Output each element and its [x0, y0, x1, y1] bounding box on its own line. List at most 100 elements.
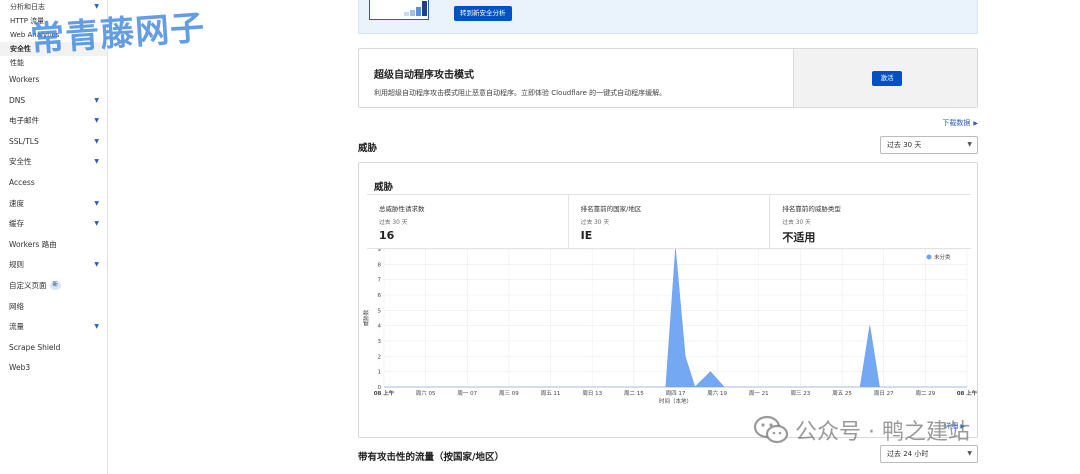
- sidebar-item-label: Scrape Shield: [9, 342, 61, 352]
- go-to-new-security-analytics-button[interactable]: 转到新安全分析: [454, 6, 512, 21]
- threats-section-title: 威胁: [358, 143, 378, 154]
- x-tick-label: 周五 11: [541, 390, 561, 397]
- traffic-section-title: 带有攻击性的流量（按国家/地区）: [358, 452, 504, 463]
- sidebar-item[interactable]: DNS ▼: [0, 91, 107, 112]
- chevron-down-icon: ▼: [94, 117, 99, 125]
- sidebar-item[interactable]: Web3: [0, 358, 107, 379]
- sidebar-nav: 分析和日志 ▼ HTTP 流量 Web Analytics 安全性 性能 Workers D…: [0, 0, 108, 474]
- x-tick-label: 周一 07: [457, 390, 477, 397]
- wechat-watermark: 公众号 · 鸭之建站: [753, 414, 970, 446]
- sidebar-item[interactable]: Workers 路由: [0, 235, 107, 256]
- y-axis-label: 威胁数: [362, 309, 370, 326]
- sidebar-item[interactable]: SSL/TLS ▼: [0, 132, 107, 153]
- threat-stats: 总威胁性请求数 过去 30 天 16 排名靠前的国家/地区 过去 30 天 IE…: [367, 194, 971, 249]
- watermark-text: 公众号 · 鸭之建站: [795, 420, 970, 445]
- sidebar-subitem-label: 性能: [10, 59, 24, 67]
- sbfm-description: 利用超级自动程序攻击模式阻止恶意自动程序。立即体验 Cloudflare 的一键…: [374, 89, 667, 97]
- y-tick-label: 1: [378, 370, 382, 376]
- stat-period: 过去 30 天: [580, 220, 610, 226]
- traffic-range-select[interactable]: 过去 24 小时 ▼: [880, 445, 978, 463]
- sidebar-subitem-label: 安全性: [10, 45, 31, 53]
- sidebar-item-label: Web3: [9, 363, 31, 373]
- sidebar-subitem-label: 分析和日志: [10, 3, 45, 11]
- sidebar-item-label: 自定义页面: [9, 280, 47, 290]
- sidebar-item-label: 流量: [9, 322, 24, 332]
- chevron-down-icon: ▼: [967, 450, 972, 457]
- x-tick-label: 08 上午: [957, 389, 978, 397]
- x-tick-label: 周四 17: [666, 390, 686, 397]
- sidebar-item-label: 速度: [9, 198, 24, 208]
- stat-value: 16: [379, 229, 395, 242]
- stat-label: 排名靠前的威胁类型: [782, 205, 841, 213]
- super-bot-fight-mode-card: 超级自动程序攻击模式 利用超级自动程序攻击模式阻止恶意自动程序。立即体验 Clo…: [358, 48, 978, 108]
- sidebar-item-label: 电子邮件: [9, 116, 39, 126]
- y-tick-label: 7: [378, 278, 382, 284]
- download-data-link[interactable]: 下载数据 ▶: [942, 118, 978, 128]
- stat-value: IE: [580, 229, 593, 242]
- legend-marker: [926, 254, 932, 260]
- y-tick-label: 5: [378, 308, 382, 314]
- chevron-down-icon: ▼: [94, 220, 99, 228]
- threats-card-title: 威胁: [374, 182, 394, 193]
- sidebar-item-label: Workers 路由: [9, 239, 57, 249]
- stat-period: 过去 30 天: [379, 220, 408, 226]
- stat-total-threats: 总威胁性请求数 过去 30 天 16: [367, 195, 568, 248]
- sidebar-item[interactable]: 规则 ▼: [0, 255, 107, 276]
- sidebar-item[interactable]: Scrape Shield: [0, 338, 107, 359]
- x-tick-label: 周三 09: [499, 390, 519, 397]
- x-tick-label: 周二 29: [915, 390, 935, 397]
- threats-range-select[interactable]: 过去 30 天 ▼: [880, 136, 978, 154]
- x-tick-label: 周日 27: [874, 390, 894, 397]
- new-badge: 新: [49, 281, 62, 291]
- sidebar-item-label: 缓存: [9, 219, 24, 229]
- x-tick-label: 周一 21: [749, 390, 769, 397]
- wechat-icon: [753, 415, 789, 444]
- chevron-down-icon: ▼: [94, 96, 99, 104]
- stat-value: 不适用: [782, 231, 816, 244]
- x-tick-label: 周六 19: [707, 389, 727, 397]
- sidebar-item[interactable]: 速度 ▼: [0, 194, 107, 215]
- sidebar-item-label: 网络: [9, 301, 24, 311]
- main-content: 转到新安全分析 超级自动程序攻击模式 利用超级自动程序攻击模式阻止恶意自动程序。…: [108, 0, 1080, 474]
- x-tick-label: 周二 15: [624, 390, 644, 397]
- chevron-down-icon: ▼: [94, 261, 99, 269]
- chevron-down-icon: ▼: [967, 141, 972, 148]
- sidebar-item-label: Access: [9, 177, 35, 187]
- series-area: [384, 249, 967, 388]
- activate-button[interactable]: 激活: [872, 71, 902, 86]
- download-data-label: 下载数据: [942, 119, 971, 127]
- sidebar-item[interactable]: 电子邮件 ▼: [0, 111, 107, 132]
- x-tick-label: 周三 23: [791, 390, 811, 397]
- caret-right-icon: ▶: [973, 120, 978, 127]
- sidebar-item-label: Workers: [9, 75, 40, 84]
- sidebar-item[interactable]: Access: [0, 173, 107, 194]
- stat-label: 排名靠前的国家/地区: [580, 205, 642, 213]
- legend-label: 未分类: [934, 253, 951, 261]
- sidebar-item-label: SSL/TLS: [9, 136, 39, 146]
- y-tick-label: 3: [378, 339, 382, 345]
- chevron-down-icon: ▼: [94, 323, 99, 331]
- sidebar-item[interactable]: 网络: [0, 297, 107, 318]
- traffic-range-value: 过去 24 小时: [887, 450, 929, 458]
- stat-top-country: 排名靠前的国家/地区 过去 30 天 IE: [567, 195, 770, 248]
- sidebar-item[interactable]: 缓存 ▼: [0, 214, 107, 235]
- y-tick-label: 4: [378, 324, 382, 330]
- y-tick-label: 6: [378, 293, 382, 299]
- stat-period: 过去 30 天: [782, 220, 811, 226]
- sidebar-item[interactable]: 流量 ▼: [0, 317, 107, 338]
- threats-area-chart: 012345678908 上午 周六 05 周一 07 周三 09 周五 11 周日 13…: [362, 249, 978, 405]
- sidebar-item-label: 规则: [9, 260, 24, 270]
- y-tick-label: 8: [378, 262, 382, 268]
- x-tick-label: 周五 25: [832, 390, 852, 397]
- y-tick-label: 2: [378, 354, 382, 360]
- x-tick-label: 08 上午: [374, 389, 395, 397]
- sidebar-item-label: 安全性: [9, 157, 32, 167]
- sidebar-item[interactable]: 自定义页面新: [0, 276, 107, 297]
- security-analytics-promo: 转到新安全分析: [358, 0, 978, 34]
- sidebar-item[interactable]: Workers: [0, 70, 107, 91]
- chevron-down-icon: ▼: [94, 137, 99, 145]
- x-tick-label: 周日 13: [582, 390, 602, 397]
- sidebar-item[interactable]: 安全性 ▼: [0, 152, 107, 173]
- threats-range-value: 过去 30 天: [887, 141, 922, 149]
- stat-label: 总威胁性请求数: [379, 205, 425, 213]
